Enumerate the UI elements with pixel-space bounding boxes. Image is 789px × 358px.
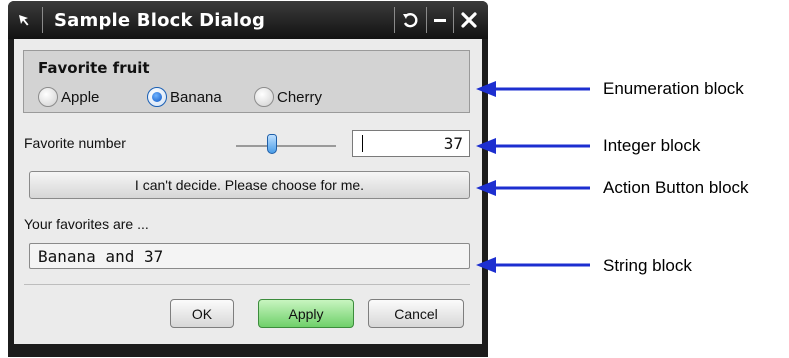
radio-button-selected-icon[interactable] xyxy=(147,87,167,107)
radio-label: Banana xyxy=(170,88,222,106)
pin-arrow-icon[interactable] xyxy=(14,10,34,30)
radio-button-icon[interactable] xyxy=(38,87,58,107)
annotation-string: String block xyxy=(603,256,692,275)
choose-for-me-button[interactable]: I can't decide. Please choose for me. xyxy=(29,171,470,199)
radio-button-icon[interactable] xyxy=(254,87,274,107)
title-bar[interactable]: Sample Block Dialog xyxy=(8,1,488,39)
apply-button[interactable]: Apply xyxy=(258,299,354,328)
group-title: Favorite fruit xyxy=(38,59,150,77)
favorites-string-field[interactable]: Banana and 37 xyxy=(29,243,470,269)
radio-banana[interactable]: Banana xyxy=(147,86,222,108)
title-separator xyxy=(426,7,427,33)
dialog-title: Sample Block Dialog xyxy=(54,10,266,31)
title-separator xyxy=(42,7,43,33)
radio-apple[interactable]: Apple xyxy=(38,86,99,108)
number-slider-track[interactable] xyxy=(236,145,336,147)
annotation-enumeration: Enumeration block xyxy=(603,79,744,98)
title-separator xyxy=(394,7,395,33)
radio-label: Cherry xyxy=(277,88,323,106)
reset-icon[interactable] xyxy=(398,8,422,32)
arrow-left-icon xyxy=(476,138,590,154)
number-slider-thumb[interactable] xyxy=(267,134,277,154)
favorite-number-value: 37 xyxy=(443,134,463,153)
favorites-label: Your favorites are ... xyxy=(24,216,149,232)
radio-cherry[interactable]: Cherry xyxy=(254,86,322,108)
arrow-left-icon xyxy=(476,180,590,196)
cancel-button[interactable]: Cancel xyxy=(368,299,464,328)
minimize-icon[interactable] xyxy=(428,8,452,32)
arrow-left-icon xyxy=(476,81,590,97)
arrow-left-icon xyxy=(476,257,590,273)
screenshot: Sample Block Dialog Favorite fruit Apple… xyxy=(0,0,789,358)
radio-dot-icon xyxy=(152,92,162,102)
annotation-action-button: Action Button block xyxy=(603,178,749,197)
dialog-body: Favorite fruit Apple Banana Cherry Favor… xyxy=(14,39,482,344)
title-separator xyxy=(453,7,454,33)
text-caret xyxy=(362,135,363,152)
ok-button[interactable]: OK xyxy=(170,299,234,328)
favorite-fruit-group: Favorite fruit Apple Banana Cherry xyxy=(23,50,470,113)
annotation-integer: Integer block xyxy=(603,136,701,155)
footer-divider xyxy=(24,284,470,285)
close-icon[interactable] xyxy=(457,8,481,32)
radio-label: Apple xyxy=(61,88,100,106)
dialog-window: Sample Block Dialog Favorite fruit Apple… xyxy=(8,1,488,357)
favorite-number-input[interactable]: 37 xyxy=(352,130,470,157)
favorite-number-label: Favorite number xyxy=(24,135,126,151)
